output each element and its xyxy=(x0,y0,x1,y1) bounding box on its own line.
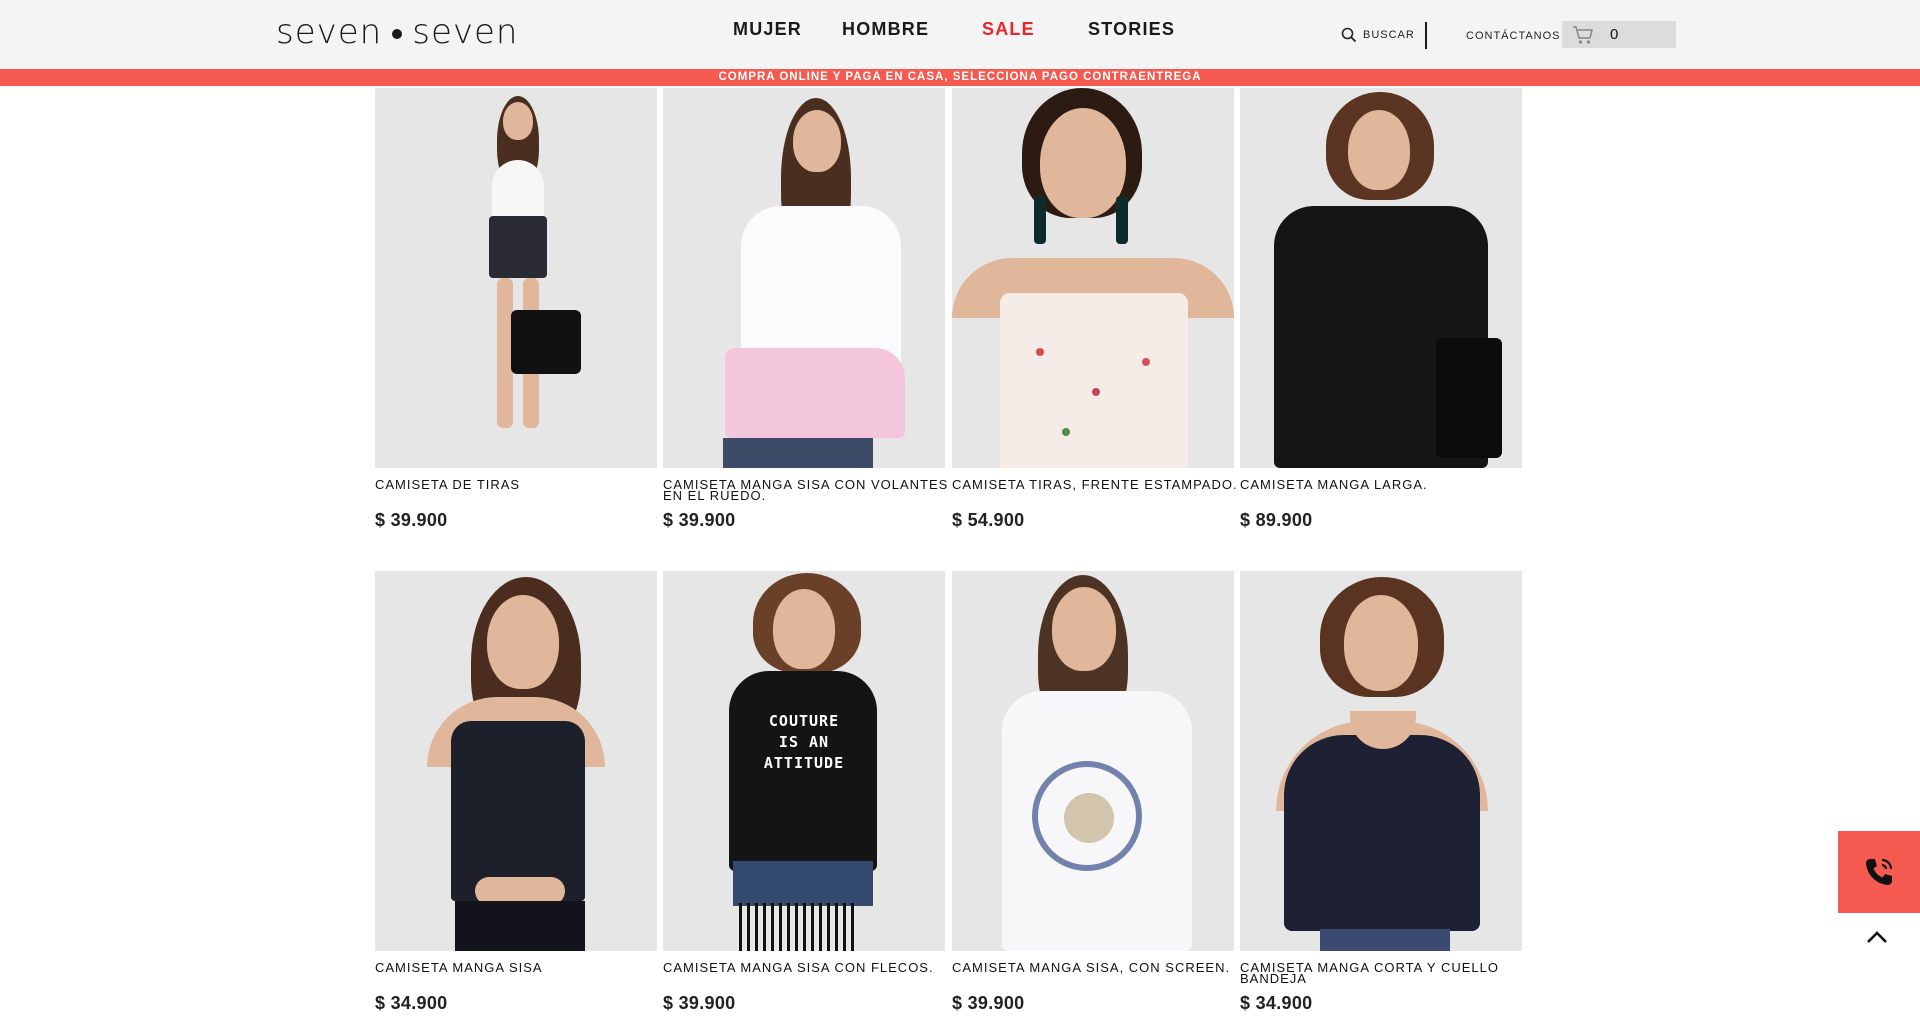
cart-count: 0 xyxy=(1610,26,1619,43)
product-name[interactable]: CAMISETA MANGA LARGA. xyxy=(1240,478,1530,491)
product-name[interactable]: CAMISETA DE TIRAS xyxy=(375,478,665,491)
product-image[interactable] xyxy=(375,88,657,468)
chevron-up-icon xyxy=(1867,931,1887,943)
nav-women[interactable]: MUJER xyxy=(733,19,802,43)
product-name[interactable]: CAMISETA MANGA SISA CON FLECOS. xyxy=(663,961,953,974)
product-price: $ 39.900 xyxy=(663,993,736,1013)
brand-logo-left: seven xyxy=(276,12,383,52)
shirt-print: COUTURE IS AN ATTITUDE xyxy=(739,711,869,774)
product-price: $ 89.900 xyxy=(1240,510,1313,530)
product-name[interactable]: CAMISETA MANGA SISA xyxy=(375,961,665,974)
shirt-print-line-3: ATTITUDE xyxy=(763,754,845,772)
nav-sale[interactable]: SALE xyxy=(982,19,1035,43)
phone-icon xyxy=(1866,858,1893,885)
product-image[interactable] xyxy=(663,88,945,468)
brand-logo-right: seven xyxy=(412,12,519,52)
product-price: $ 34.900 xyxy=(1240,993,1313,1013)
product-image[interactable] xyxy=(375,571,657,951)
shirt-print-line-1: COUTURE xyxy=(768,712,840,730)
product-image[interactable] xyxy=(1240,571,1522,951)
product-price: $ 54.900 xyxy=(952,510,1025,530)
product-price: $ 39.900 xyxy=(375,510,448,530)
cart-icon xyxy=(1573,25,1593,44)
nav-men[interactable]: HOMBRE xyxy=(842,19,929,43)
cart-button[interactable]: 0 xyxy=(1562,21,1676,48)
product-price: $ 39.900 xyxy=(952,993,1025,1013)
product-card[interactable]: CAMISETA MANGA CORTA Y CUELLO BANDEJA $ … xyxy=(1240,571,1522,1013)
product-image[interactable] xyxy=(952,571,1234,951)
product-image[interactable]: COUTURE IS AN ATTITUDE xyxy=(663,571,945,951)
search-label: BUSCAR xyxy=(1363,29,1415,41)
call-button[interactable] xyxy=(1838,831,1920,913)
product-card[interactable]: CAMISETA TIRAS, FRENTE ESTAMPADO. $ 54.9… xyxy=(952,88,1237,530)
site-header: seven seven MUJER HOMBRE SALE STORIES BU… xyxy=(0,0,1920,69)
search-icon xyxy=(1341,27,1357,43)
product-card[interactable]: CAMISETA DE TIRAS $ 39.900 xyxy=(375,88,657,530)
shirt-print-line-2: IS AN xyxy=(778,733,830,751)
brand-logo[interactable]: seven seven xyxy=(276,12,518,52)
product-price: $ 34.900 xyxy=(375,993,448,1013)
product-card[interactable]: CAMISETA MANGA SISA, CON SCREEN. $ 39.90… xyxy=(952,571,1234,1013)
header-divider xyxy=(1425,22,1427,49)
contact-link[interactable]: CONTÁCTANOS xyxy=(1466,30,1561,42)
nav-stories[interactable]: STORIES xyxy=(1088,19,1175,43)
product-name[interactable]: CAMISETA TIRAS, FRENTE ESTAMPADO. xyxy=(952,478,1242,491)
brand-logo-dot xyxy=(392,29,403,39)
product-image[interactable] xyxy=(952,88,1234,468)
product-card[interactable]: COUTURE IS AN ATTITUDE CAMISETA MANGA SI… xyxy=(663,571,945,1013)
product-card[interactable]: CAMISETA MANGA SISA $ 34.900 xyxy=(375,571,657,1013)
promo-banner: COMPRA ONLINE Y PAGA EN CASA, SELECCIONA… xyxy=(0,69,1920,86)
product-name[interactable]: CAMISETA MANGA CORTA Y CUELLO BANDEJA xyxy=(1240,961,1530,985)
product-name[interactable]: CAMISETA MANGA SISA, CON SCREEN. xyxy=(952,961,1242,974)
product-card[interactable]: CAMISETA MANGA LARGA. $ 89.900 xyxy=(1240,88,1522,530)
search-button[interactable]: BUSCAR xyxy=(1341,27,1415,43)
product-image[interactable] xyxy=(1240,88,1522,468)
product-price: $ 39.900 xyxy=(663,510,736,530)
product-card[interactable]: CAMISETA MANGA SISA CON VOLANTES EN EL R… xyxy=(663,88,947,530)
product-name[interactable]: CAMISETA MANGA SISA CON VOLANTES EN EL R… xyxy=(663,478,953,502)
scroll-top-button[interactable] xyxy=(1862,925,1892,949)
